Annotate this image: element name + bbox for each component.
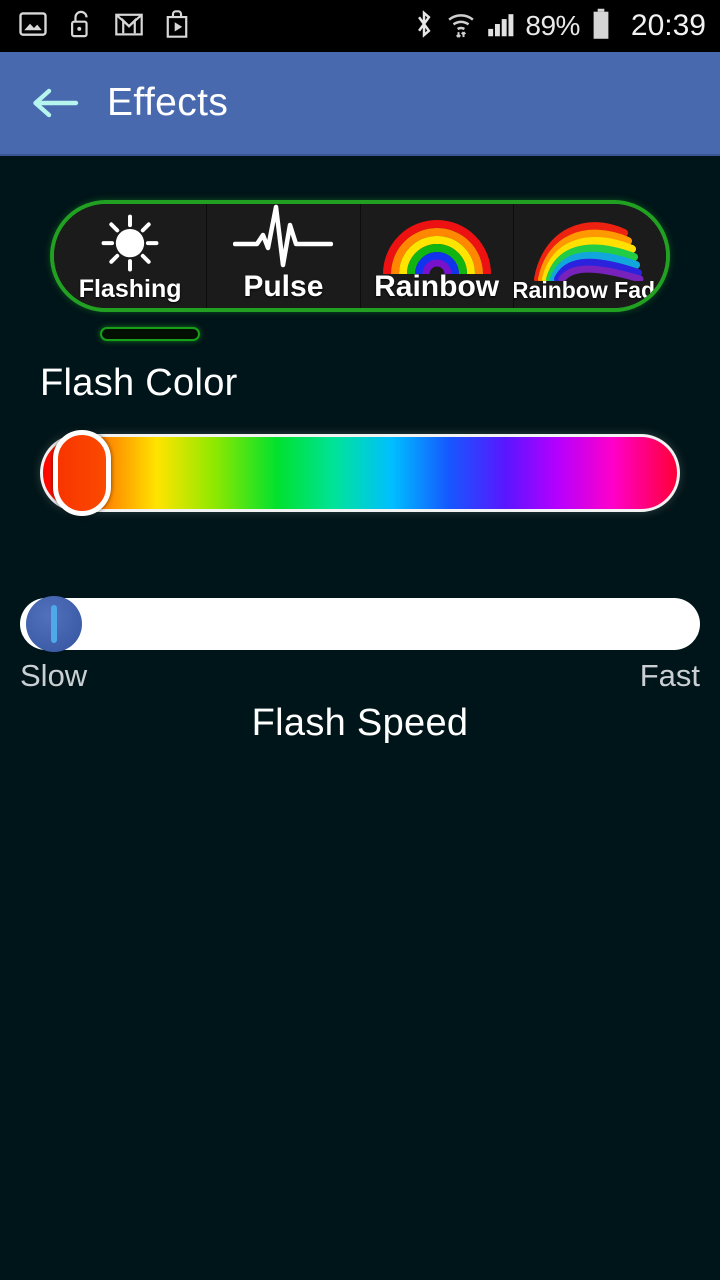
flash-color-track[interactable] — [40, 434, 680, 512]
bluetooth-icon — [413, 8, 435, 45]
flash-speed-slider[interactable] — [20, 596, 700, 652]
status-bar-clock: 20:39 — [630, 9, 706, 42]
battery-icon — [591, 8, 611, 45]
effects-tab-bar: Flashing Pulse Rainbow Rainbow Fade — [0, 200, 720, 341]
wifi-icon — [446, 9, 476, 44]
rainbow-fade-icon — [514, 204, 666, 281]
tab-label: Rainbow — [374, 270, 500, 303]
flash-speed-thumb[interactable] — [26, 596, 82, 652]
tab-label: Pulse — [243, 270, 324, 303]
tab-label: Flashing — [78, 275, 182, 303]
selected-tab-indicator — [100, 327, 200, 341]
rainbow-arc-icon — [361, 204, 513, 276]
flash-speed-range-labels: Slow Fast — [20, 658, 700, 694]
cell-signal-icon — [487, 10, 514, 43]
sun-flash-icon — [54, 204, 206, 279]
tab-rainbow[interactable]: Rainbow — [360, 204, 514, 308]
tab-flashing[interactable]: Flashing — [54, 204, 208, 308]
image-icon — [18, 9, 48, 44]
tab-pulse[interactable]: Pulse — [207, 204, 361, 308]
flash-speed-label: Flash Speed — [251, 702, 469, 744]
back-arrow-icon[interactable] — [30, 83, 80, 123]
flash-color-slider[interactable] — [40, 430, 680, 516]
battery-percentage: 89% — [525, 10, 580, 41]
speed-min-label: Slow — [20, 658, 88, 693]
speed-max-label: Fast — [639, 658, 700, 693]
flash-speed-thumb-bar — [51, 605, 57, 643]
flash-color-thumb[interactable] — [53, 430, 111, 516]
tab-rainbow-fade[interactable]: Rainbow Fade — [513, 204, 666, 308]
flash-speed-track[interactable] — [20, 598, 700, 650]
app-header: Effects — [0, 52, 720, 156]
page-title: Effects — [107, 81, 229, 124]
tab-label: Rainbow Fade — [513, 277, 666, 303]
unlock-icon — [68, 9, 94, 44]
flash-color-label: Flash Color — [40, 362, 238, 404]
gmail-icon — [114, 10, 144, 43]
pulse-waveform-icon — [207, 204, 359, 274]
play-store-icon — [164, 9, 190, 44]
status-bar-left-icons — [18, 9, 190, 44]
status-bar: 89% 20:39 — [0, 0, 720, 52]
status-bar-right-icons: 89% 20:39 — [413, 8, 706, 45]
